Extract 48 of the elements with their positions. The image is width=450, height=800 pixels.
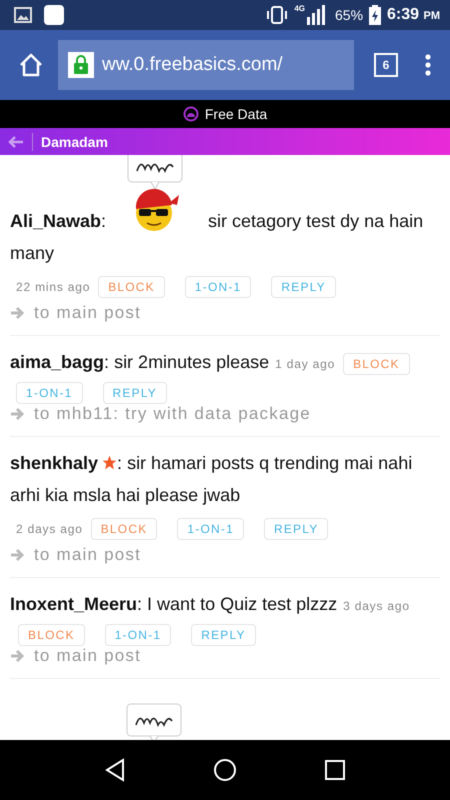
comment-text: Ali_Nawab: sir cetagory test dy na hain many [10, 155, 440, 269]
image-icon [14, 7, 32, 23]
block-button[interactable]: BLOCK [90, 518, 158, 540]
tabs-button[interactable]: 6 [374, 53, 398, 77]
vibrate-icon [266, 6, 288, 24]
reply-target-link[interactable]: to main post [34, 545, 142, 565]
chat-button[interactable]: 1-ON-1 [184, 276, 252, 298]
back-button[interactable] [8, 136, 24, 148]
arrow-right-icon [10, 407, 26, 421]
address-bar[interactable]: ww.0.freebasics.com/ [58, 40, 354, 90]
app-icon [44, 5, 64, 25]
comment-text: aima_bagg: sir 2minutes please [10, 351, 270, 374]
reply-target-link[interactable]: to main post [34, 303, 142, 323]
reply-target-link[interactable]: to mhb11: try with data package [34, 404, 311, 424]
signal-icon [307, 5, 325, 25]
timestamp: 3 days ago [343, 598, 410, 615]
reply-button[interactable]: REPLY [271, 276, 336, 298]
arrow-right-icon [10, 306, 26, 320]
more-icon [424, 53, 432, 77]
block-button[interactable]: BLOCK [98, 276, 165, 298]
signal-arc-icon [182, 106, 199, 122]
block-button[interactable]: BLOCK [343, 353, 410, 375]
timestamp: 2 days ago [16, 521, 83, 538]
free-data-label: Free Data [204, 106, 268, 122]
site-title: Damadam [41, 134, 108, 150]
username-link[interactable]: Inoxent_Meeru [10, 594, 138, 614]
block-button[interactable]: BLOCK [18, 624, 85, 646]
username-link[interactable]: shenkhaly [10, 453, 98, 473]
username-link[interactable]: Ali_Nawab [10, 211, 102, 231]
username-link[interactable]: aima_bagg [10, 352, 104, 372]
timestamp: 1 day ago [275, 356, 336, 373]
reply-button[interactable]: REPLY [264, 518, 328, 540]
arrow-right-icon [10, 649, 26, 663]
comment-text: Inoxent_Meeru: I want to Quiz test plzzz [10, 593, 338, 616]
chat-button[interactable]: 1-ON-1 [104, 624, 172, 646]
reply-target-link[interactable]: to main post [34, 646, 142, 666]
reply-button[interactable]: REPLY [102, 382, 168, 404]
timestamp: 22 mins ago [16, 279, 90, 296]
lock-icon [68, 52, 94, 78]
chat-button[interactable]: 1-ON-1 [16, 382, 83, 404]
battery-charging-icon [369, 5, 382, 25]
comment-text: shenkhaly : sir hamari posts q trending mai nahi arhi kia msla hai please jwab [10, 452, 414, 507]
reply-button[interactable]: REPLY [191, 624, 256, 646]
network-label: 4G [294, 4, 305, 13]
chat-button[interactable]: 1-ON-1 [177, 518, 244, 540]
arrow-right-icon [10, 548, 26, 562]
battery-percent: 65% [335, 7, 364, 23]
clock: 6:39 PM [387, 6, 440, 24]
